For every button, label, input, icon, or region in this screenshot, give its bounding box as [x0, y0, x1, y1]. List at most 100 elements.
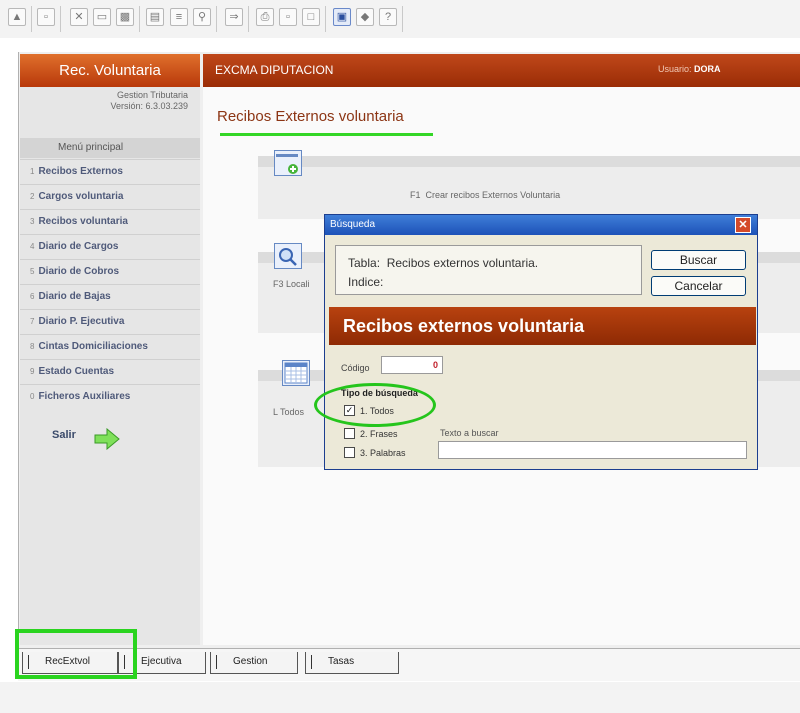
menu-item-label: Diario P. Ejecutiva — [38, 316, 125, 327]
menu-item-label: Estado Cuentas — [38, 366, 115, 377]
menu-title: Menú principal — [20, 138, 200, 158]
buscar-button[interactable]: Buscar — [651, 250, 746, 270]
search-icon — [274, 243, 302, 269]
sidebar-item-cintas-domiciliaciones[interactable]: 8 Cintas Domiciliaciones — [20, 334, 200, 358]
window-icon[interactable]: ▤ — [146, 8, 164, 26]
help-icon[interactable]: ? — [379, 8, 397, 26]
tab-label: Ejecutiva — [141, 656, 182, 667]
toolbar-separator — [248, 6, 249, 32]
sidebar-item-diario-cobros[interactable]: 5 Diario de Cobros — [20, 259, 200, 283]
highlight-underline — [220, 133, 433, 136]
sidebar-item-recibos-voluntaria[interactable]: 3 Recibos voluntaria — [20, 209, 200, 233]
section-title: Recibos Externos voluntaria — [217, 108, 404, 125]
calendar-icon — [282, 360, 310, 386]
tab-label: Tasas — [328, 656, 355, 667]
card-label: Locali — [286, 279, 310, 289]
texto-buscar-label: Texto a buscar — [440, 428, 499, 438]
app-name: Rec. Voluntaria — [20, 54, 200, 87]
close-icon[interactable]: ✕ — [735, 217, 751, 233]
tabla-row: Tabla: Recibos externos voluntaria. — [348, 256, 538, 270]
search-icon[interactable]: ⚲ — [193, 8, 211, 26]
card-label: Todos — [280, 407, 305, 417]
toolbar: ▲ ▫ ✕ ▭ ▩ ▤ ≡ ⚲ ⇒ ⎙ ▫ □ ▣ ◆ ? — [0, 0, 800, 38]
cut-icon[interactable]: ✕ — [70, 8, 88, 26]
preview-icon[interactable]: ▫ — [279, 8, 297, 26]
card-label: Crear recibos Externos Voluntaria — [425, 190, 561, 200]
tabla-value: Recibos externos voluntaria. — [386, 256, 539, 270]
highlight-box — [15, 629, 137, 679]
card-key: F1 — [410, 190, 421, 200]
dialog-title: Búsqueda — [330, 219, 376, 230]
toolbar-separator — [216, 6, 217, 32]
monitor-icon[interactable]: ▣ — [333, 8, 351, 26]
menu-item-number: 9 — [30, 367, 35, 376]
sidebar-item-diario-cargos[interactable]: 4 Diario de Cargos — [20, 234, 200, 258]
card-key: F3 — [273, 279, 284, 289]
toolbar-separator — [402, 6, 403, 32]
sidebar-item-diario-ejecutiva[interactable]: 7 Diario P. Ejecutiva — [20, 309, 200, 333]
indice-label: Indice: — [348, 275, 384, 289]
sidebar-item-cargos-voluntaria[interactable]: 2 Cargos voluntaria — [20, 184, 200, 208]
option-palabras-label: 3. Palabras — [360, 448, 406, 458]
card-text: F1 Crear recibos Externos Voluntaria — [410, 190, 560, 200]
tab-label: Gestion — [233, 656, 268, 667]
find-replace-icon[interactable]: ≡ — [170, 8, 188, 26]
option-palabras-checkbox[interactable] — [344, 447, 355, 458]
menu-item-number: 4 — [30, 242, 35, 251]
user-name: DORA — [694, 64, 721, 74]
toolbar-separator — [139, 6, 140, 32]
export-icon[interactable]: ⇒ — [225, 8, 243, 26]
arrow-right-icon[interactable] — [94, 428, 120, 450]
texto-buscar-input[interactable] — [438, 441, 747, 459]
version-info: Gestion Tributaria Versión: 6.3.03.239 — [20, 90, 188, 112]
eraser-icon[interactable]: ◆ — [356, 8, 374, 26]
option-frases-label: 2. Frases — [360, 429, 398, 439]
cancelar-button[interactable]: Cancelar — [651, 276, 746, 296]
menu-item-number: 5 — [30, 267, 35, 276]
version-label: Versión: 6.3.03.239 — [110, 101, 188, 111]
print-icon[interactable]: ⎙ — [256, 8, 274, 26]
card-text: F3 Locali — [273, 279, 310, 289]
new-document-icon — [274, 150, 302, 176]
dialog-banner-title: Recibos externos voluntaria — [343, 316, 585, 336]
tab-tasas[interactable]: Tasas — [305, 652, 399, 674]
gestion-label: Gestion Tributaria — [116, 90, 188, 100]
dialog-titlebar[interactable] — [325, 215, 757, 235]
copy-doc-icon[interactable]: ▫ — [37, 8, 55, 26]
sidebar-item-diario-bajas[interactable]: 6 Diario de Bajas — [20, 284, 200, 308]
codigo-input[interactable]: 0 — [381, 356, 443, 374]
toolbar-separator — [60, 6, 61, 32]
menu-item-label: Recibos voluntaria — [38, 216, 128, 227]
menu-item-label: Ficheros Auxiliares — [38, 391, 131, 402]
menu-item-number: 1 — [30, 167, 35, 176]
page-icon[interactable]: □ — [302, 8, 320, 26]
sidebar-item-ficheros-auxiliares[interactable]: 0 Ficheros Auxiliares — [20, 384, 200, 408]
menu-item-number: 8 — [30, 342, 35, 351]
tab-gestion[interactable]: Gestion — [210, 652, 298, 674]
option-frases-checkbox[interactable] — [344, 428, 355, 439]
toolbar-separator — [31, 6, 32, 32]
tree-icon — [216, 655, 229, 669]
tree-icon — [311, 655, 324, 669]
codigo-label: Código — [341, 363, 370, 373]
menu-item-label: Recibos Externos — [38, 166, 123, 177]
open-icon[interactable]: ▲ — [8, 8, 26, 26]
toolbar-separator — [325, 6, 326, 32]
card-bar — [258, 156, 800, 167]
menu-item-label: Diario de Cobros — [38, 266, 120, 277]
menu-item-number: 2 — [30, 192, 35, 201]
menu-item-label: Cintas Domiciliaciones — [38, 341, 148, 352]
highlight-circle — [314, 383, 436, 427]
sidebar-item-estado-cuentas[interactable]: 9 Estado Cuentas — [20, 359, 200, 383]
menu-item-number: 3 — [30, 217, 35, 226]
menu-item-number: 7 — [30, 317, 35, 326]
copy-icon[interactable]: ▭ — [93, 8, 111, 26]
user-info: Usuario: DORA — [658, 64, 721, 74]
menu-item-label: Cargos voluntaria — [38, 191, 124, 202]
salir-button[interactable]: Salir — [52, 429, 76, 441]
menu-item-number: 0 — [30, 392, 35, 401]
user-prefix: Usuario: — [658, 64, 692, 74]
sidebar-item-recibos-externos[interactable]: 1 Recibos Externos — [20, 159, 200, 183]
paste-icon[interactable]: ▩ — [116, 8, 134, 26]
status-bar — [0, 682, 800, 713]
